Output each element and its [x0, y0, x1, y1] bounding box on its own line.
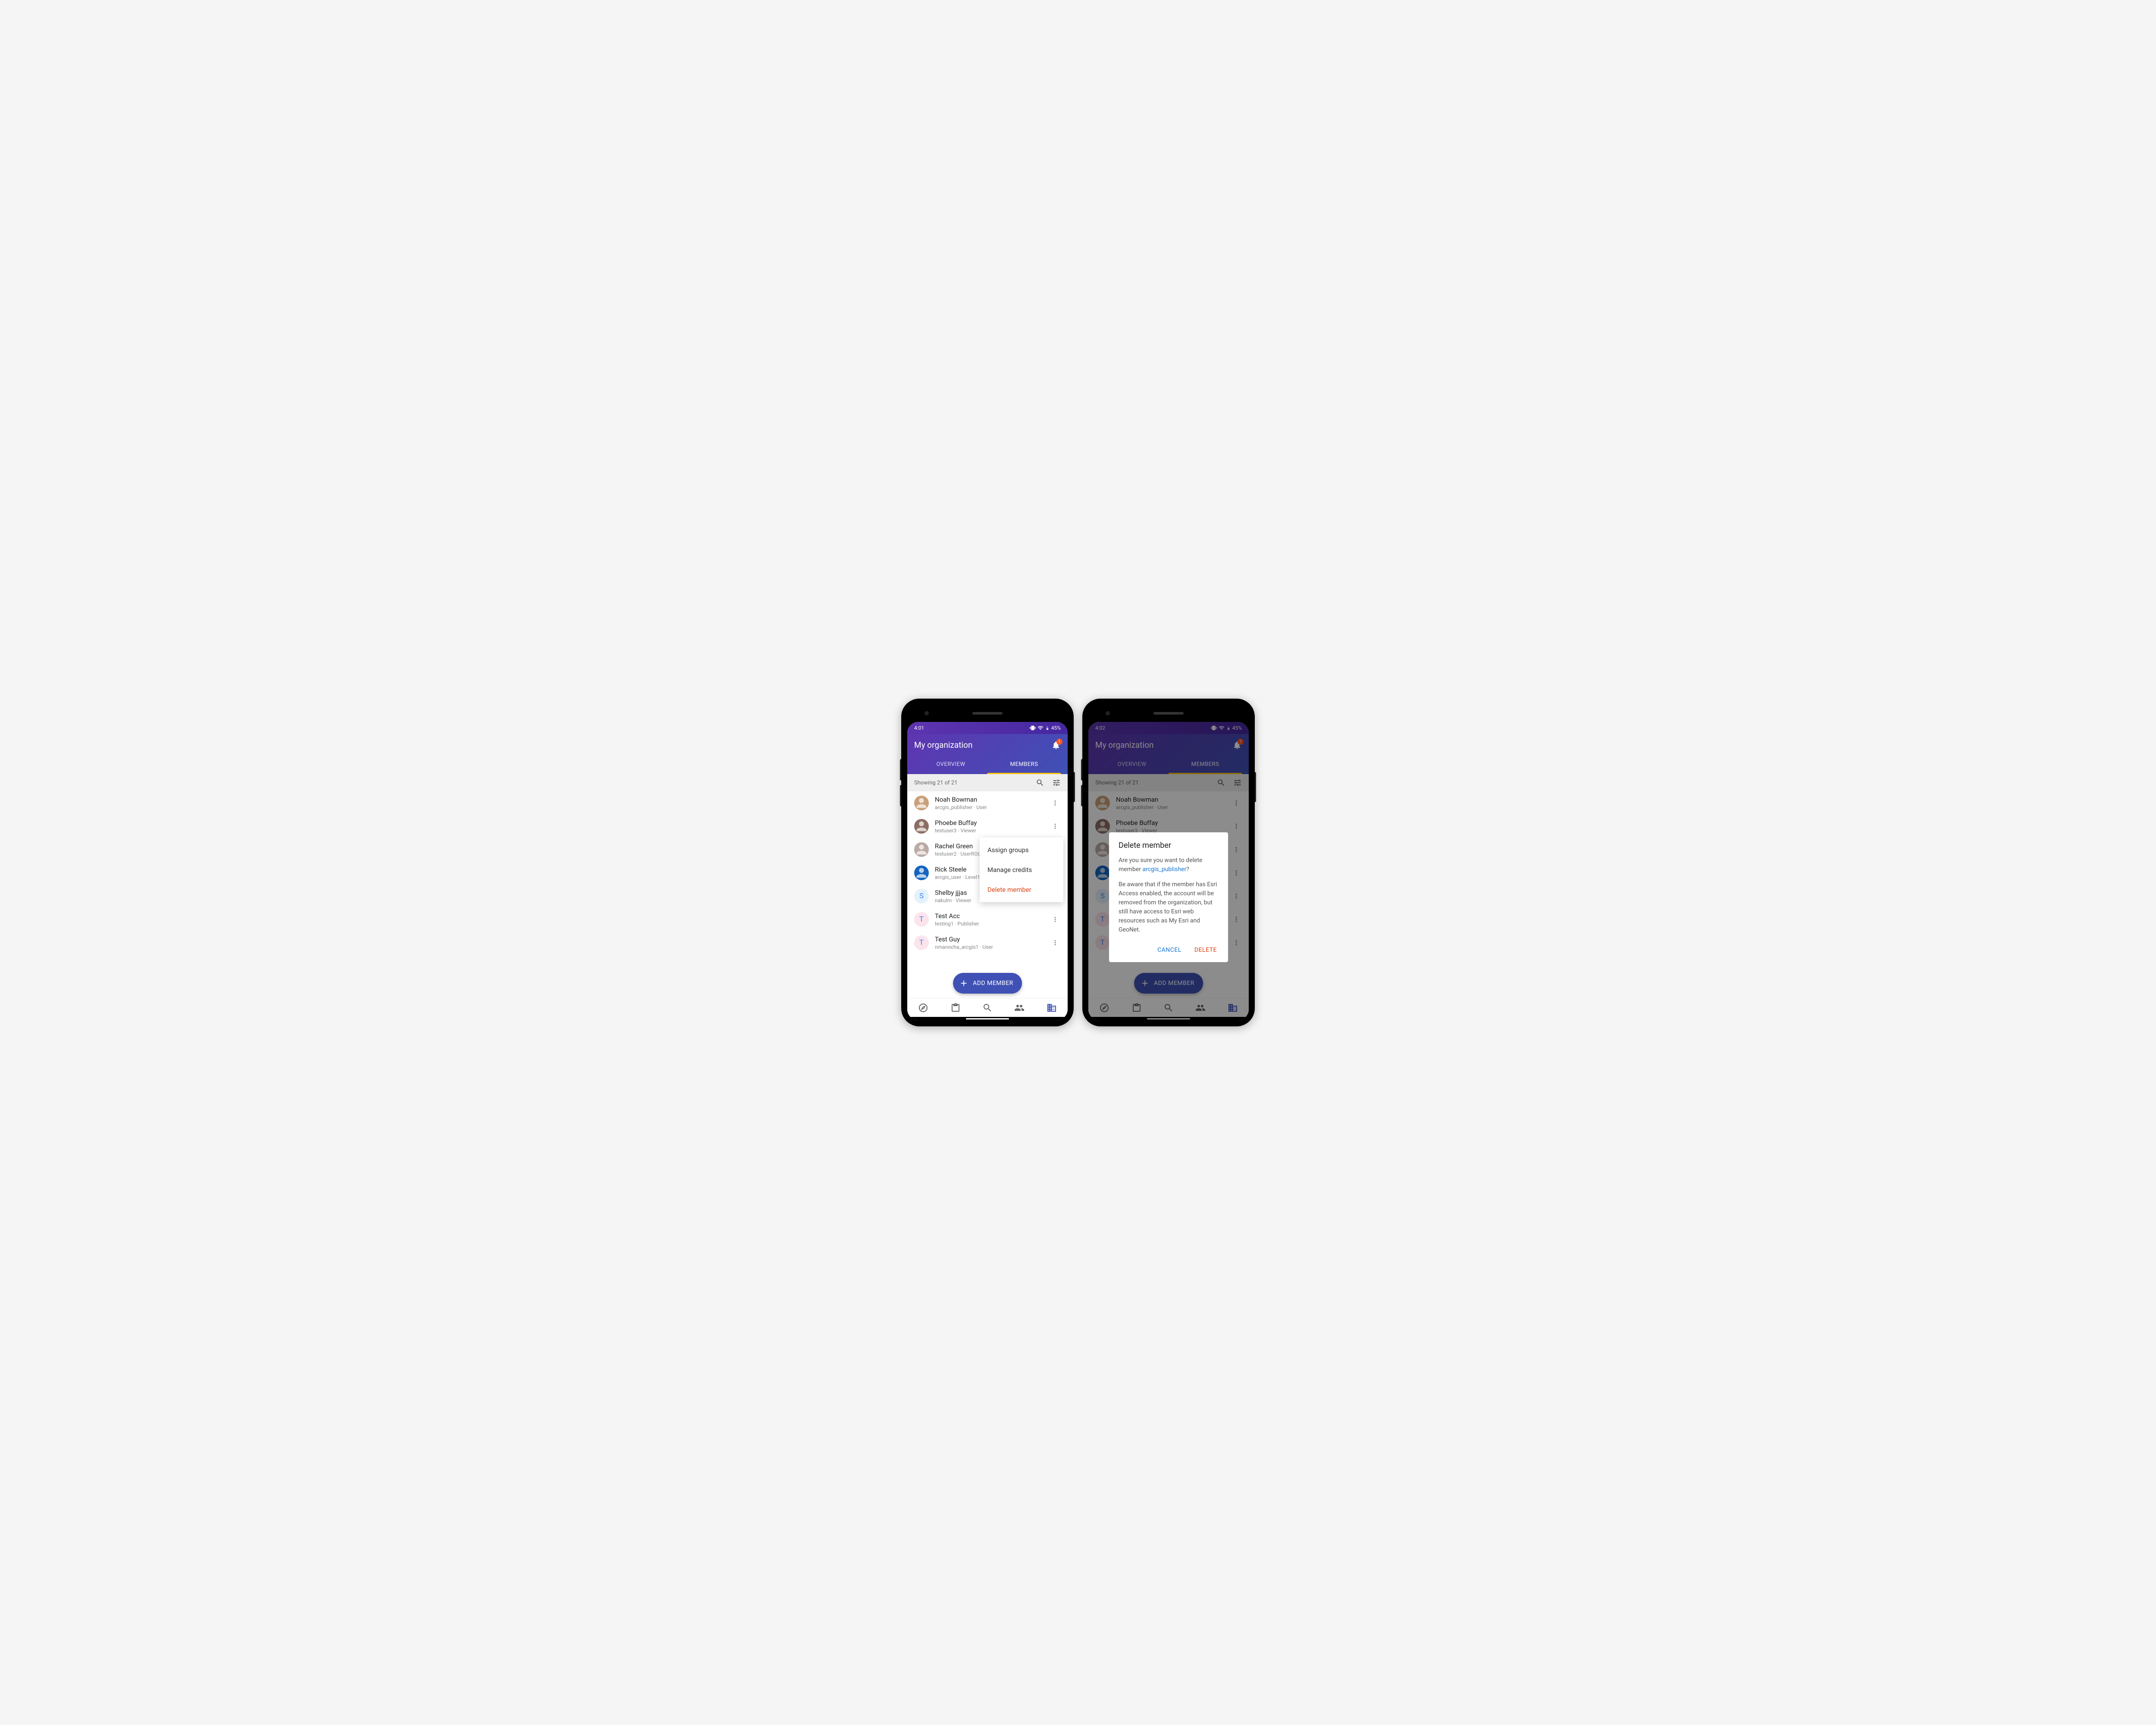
more-vert-icon — [1051, 799, 1059, 807]
search-icon — [1036, 778, 1044, 787]
member-more-button[interactable] — [1050, 797, 1061, 809]
result-count: Showing 21 of 21 — [914, 780, 1036, 786]
nav-groups[interactable] — [1014, 1003, 1025, 1013]
context-menu: Assign groups Manage credits Delete memb… — [980, 837, 1063, 902]
plus-icon — [959, 979, 968, 988]
battery-icon — [1045, 725, 1050, 731]
dialog-body: Are you sure you want to delete member a… — [1119, 856, 1219, 935]
compass-icon — [918, 1003, 928, 1013]
app-header: My organization 1 OVERVIEW MEMBERS — [907, 734, 1068, 774]
vibrate-icon — [1030, 725, 1036, 731]
avatar — [914, 819, 929, 834]
nav-content[interactable] — [950, 1003, 961, 1013]
status-right: 45% — [1030, 725, 1061, 731]
member-more-button[interactable] — [1050, 821, 1061, 832]
nav-search[interactable] — [982, 1003, 993, 1013]
tabs: OVERVIEW MEMBERS — [914, 756, 1061, 774]
phone-speaker — [1153, 712, 1184, 715]
member-subtitle: arcgis_publisher · User — [935, 804, 1044, 810]
notif-badge: 1 — [1056, 739, 1062, 745]
tab-overview[interactable]: OVERVIEW — [914, 756, 987, 774]
home-indicator — [966, 1018, 1009, 1019]
phone-top — [1088, 705, 1249, 722]
filter-button[interactable] — [1052, 778, 1061, 787]
member-row[interactable]: Phoebe Buffaytestuser3 · Viewer — [907, 815, 1068, 838]
member-subtitle: nmanocha_arcgis1 · User — [935, 944, 1044, 950]
phone-volume-down — [900, 785, 901, 806]
nav-organization[interactable] — [1047, 1003, 1057, 1013]
fab-label: ADD MEMBER — [973, 980, 1013, 987]
dialog-line1-end: ? — [1186, 866, 1189, 873]
nav-explore[interactable] — [918, 1003, 928, 1013]
dialog-para2: Be aware that if the member has Esri Acc… — [1119, 880, 1219, 935]
avatar: T — [914, 912, 929, 927]
tune-icon — [1052, 778, 1061, 787]
member-name: Test Acc — [935, 912, 1044, 920]
dialog-username: arcgis_publisher — [1142, 866, 1186, 873]
member-name: Test Guy — [935, 935, 1044, 943]
screen: 4:01 45% My organization 1 — [907, 722, 1068, 1020]
phone-volume-up — [900, 759, 901, 781]
avatar — [914, 866, 929, 880]
filter-bar: Showing 21 of 21 — [907, 774, 1068, 791]
bottom-nav — [907, 998, 1068, 1017]
member-info: Test Guynmanocha_arcgis1 · User — [935, 935, 1044, 950]
menu-delete-member[interactable]: Delete member — [980, 880, 1063, 900]
member-info: Phoebe Buffaytestuser3 · Viewer — [935, 819, 1044, 834]
avatar: S — [914, 889, 929, 903]
more-vert-icon — [1051, 822, 1059, 830]
avatar: T — [914, 935, 929, 950]
search-icon — [982, 1003, 993, 1013]
phone-left: 4:01 45% My organization 1 — [901, 699, 1074, 1026]
people-icon — [1014, 1003, 1025, 1013]
clipboard-icon — [950, 1003, 961, 1013]
member-name: Phoebe Buffay — [935, 819, 1044, 827]
member-name: Noah Bowman — [935, 796, 1044, 803]
member-row[interactable]: T Test Acctesting1 · Publisher — [907, 908, 1068, 931]
notifications-button[interactable]: 1 — [1051, 740, 1061, 750]
avatar — [914, 796, 929, 810]
member-row[interactable]: T Test Guynmanocha_arcgis1 · User — [907, 931, 1068, 954]
menu-assign-groups[interactable]: Assign groups — [980, 840, 1063, 860]
building-icon — [1047, 1003, 1057, 1013]
delete-button[interactable]: DELETE — [1193, 943, 1219, 957]
battery-percent: 45% — [1051, 725, 1061, 731]
phone-camera — [1106, 711, 1110, 715]
phone-volume-up — [1081, 759, 1082, 781]
cancel-button[interactable]: CANCEL — [1156, 943, 1183, 957]
member-info: Test Acctesting1 · Publisher — [935, 912, 1044, 927]
tab-members[interactable]: MEMBERS — [987, 756, 1061, 774]
delete-dialog: Delete member Are you sure you want to d… — [1109, 832, 1228, 962]
dialog-actions: CANCEL DELETE — [1119, 943, 1219, 957]
member-subtitle: testing1 · Publisher — [935, 921, 1044, 927]
menu-manage-credits[interactable]: Manage credits — [980, 860, 1063, 880]
phone-camera — [924, 711, 929, 715]
phone-right: 4:02 45% My organization 1 — [1082, 699, 1255, 1026]
member-info: Noah Bowmanarcgis_publisher · User — [935, 796, 1044, 810]
screen: 4:02 45% My organization 1 — [1088, 722, 1249, 1020]
dialog-title: Delete member — [1119, 841, 1219, 850]
add-member-fab[interactable]: ADD MEMBER — [953, 973, 1022, 994]
more-vert-icon — [1051, 939, 1059, 947]
member-more-button[interactable] — [1050, 914, 1061, 925]
member-row[interactable]: Noah Bowmanarcgis_publisher · User — [907, 791, 1068, 815]
member-subtitle: testuser3 · Viewer — [935, 828, 1044, 834]
page-title: My organization — [914, 740, 972, 750]
member-more-button[interactable] — [1050, 937, 1061, 948]
phone-top — [907, 705, 1068, 722]
phone-volume-down — [1081, 785, 1082, 806]
phone-power — [1074, 772, 1075, 802]
phone-speaker — [972, 712, 1003, 715]
status-bar: 4:01 45% — [907, 722, 1068, 734]
status-time: 4:01 — [914, 725, 1030, 731]
avatar — [914, 842, 929, 857]
phone-power — [1255, 772, 1256, 802]
search-button[interactable] — [1036, 778, 1044, 787]
wifi-icon — [1037, 725, 1044, 731]
more-vert-icon — [1051, 916, 1059, 923]
